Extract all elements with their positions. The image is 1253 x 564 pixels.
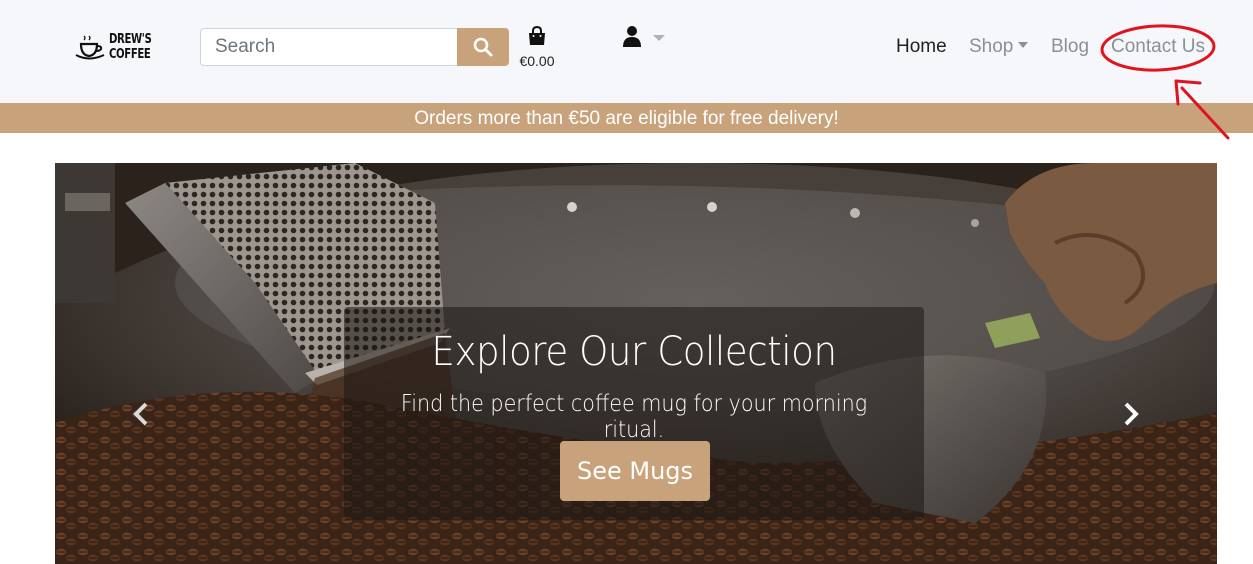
brand-logo[interactable]: DREW'S COFFEE <box>74 31 164 65</box>
carousel-next-button[interactable] <box>1115 399 1145 429</box>
caret-down-icon <box>1018 42 1029 48</box>
account-dropdown[interactable] <box>621 25 667 51</box>
search-icon <box>473 37 493 57</box>
chevron-left-icon <box>133 402 148 426</box>
user-icon <box>623 26 641 47</box>
search-button[interactable] <box>457 28 509 66</box>
nav-blog[interactable]: Blog <box>1051 36 1089 58</box>
promo-banner: Orders more than €50 are eligible for fr… <box>0 103 1253 133</box>
see-mugs-button[interactable]: See Mugs <box>560 441 710 501</box>
carousel-subtitle: Find the perfect coffee mug for your mor… <box>400 391 868 443</box>
nav-shop-label: Shop <box>969 36 1014 57</box>
chevron-right-icon <box>1124 402 1139 426</box>
hero-carousel: Explore Our Collection Find the perfect … <box>55 163 1217 564</box>
cart-total: €0.00 <box>519 53 555 69</box>
carousel-prev-button[interactable] <box>127 399 157 429</box>
caret-down-icon <box>653 35 665 41</box>
carousel-title: Explore Our Collection <box>431 329 837 375</box>
nav-contact-us[interactable]: Contact Us <box>1111 36 1205 58</box>
search-input[interactable] <box>200 28 457 66</box>
shopping-bag-icon <box>529 26 545 45</box>
search-form <box>200 28 509 66</box>
navbar: DREW'S COFFEE €0.00 Home Shop B <box>0 0 1253 103</box>
nav-home[interactable]: Home <box>896 36 947 58</box>
carousel-caption: Explore Our Collection Find the perfect … <box>344 307 924 520</box>
coffee-cup-icon <box>75 35 105 60</box>
cart-link[interactable]: €0.00 <box>516 26 558 74</box>
nav-shop[interactable]: Shop <box>969 36 1029 58</box>
brand-name: DREW'S COFFEE <box>109 32 152 62</box>
